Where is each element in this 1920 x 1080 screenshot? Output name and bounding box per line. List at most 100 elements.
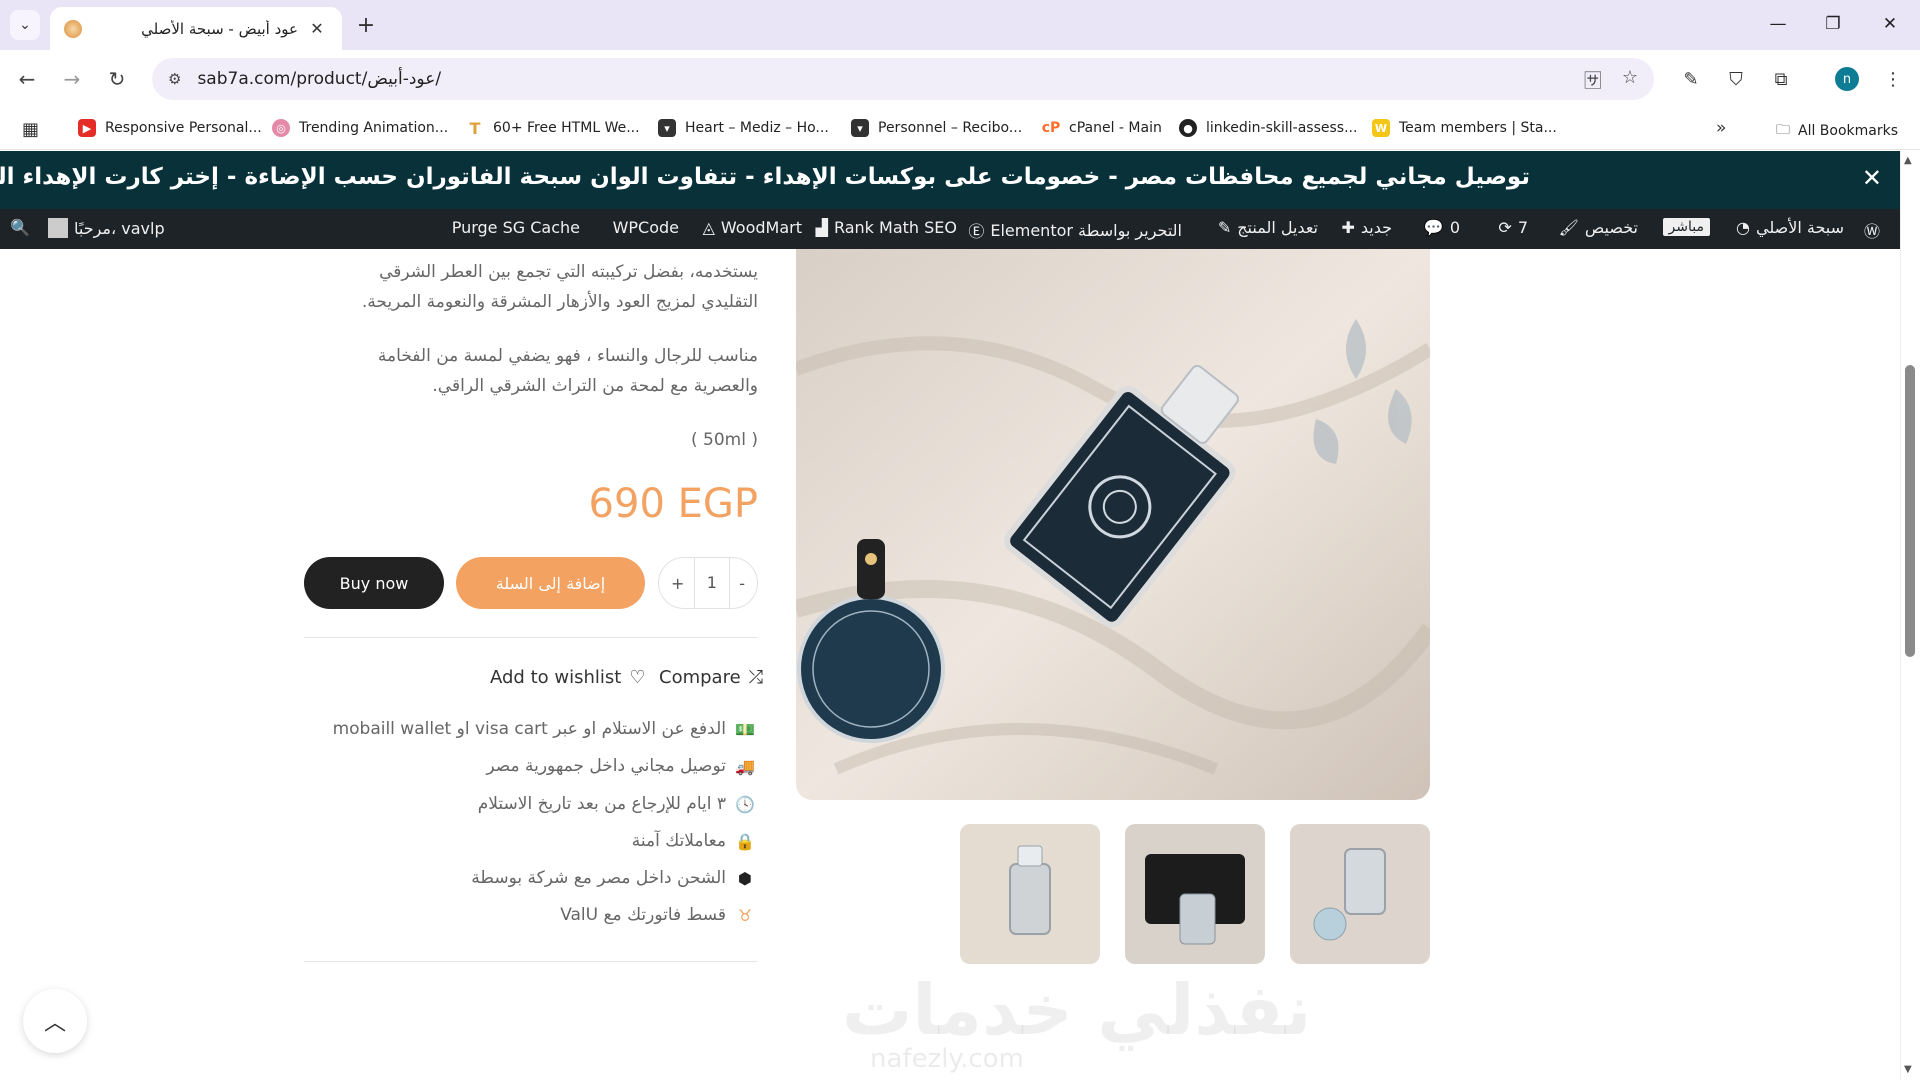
extensions-icon[interactable]: ⧉ [1766,64,1796,94]
tab-close-icon[interactable]: ✕ [306,18,328,40]
minimize-button[interactable]: — [1756,8,1800,40]
folder-icon: 🗀 [1776,122,1790,138]
browser-toolbar: ← → ↻ ⚙ sab7a.com/product/عود-أبيض/ 🈂 ☆ … [0,50,1920,108]
product-price: 690 EGP [588,481,758,527]
restore-button[interactable]: ❐ [1811,8,1855,40]
browser-tab-active[interactable]: عود أبيض - سبحة الأصلي ✕ [50,7,342,50]
perfume-bottle-photo [796,249,1430,800]
thumbnail-image [960,824,1100,964]
site-info-icon[interactable]: ⚙ [168,70,181,88]
thumbnail-image [1125,824,1265,964]
plus-icon: ✚ [1341,218,1355,237]
url-text[interactable]: sab7a.com/product/عود-أبيض/ [197,69,441,89]
bookmark-star-icon[interactable]: ☆ [1622,67,1638,93]
scrollbar-thumb[interactable] [1905,365,1915,657]
site-favicon-icon [64,19,82,38]
scroll-down-arrow-icon[interactable]: ▼ [1904,1064,1912,1075]
bookmark-item[interactable]: ● linkedin-skill-assess... [1179,119,1357,137]
bookmark-item[interactable]: ▾ Personnel – Recibo... [851,119,1022,137]
all-bookmarks[interactable]: 🗀 All Bookmarks [1776,119,1898,143]
bookmark-item[interactable]: cP cPanel - Main [1042,119,1162,137]
admin-wpcode[interactable]: WPCode [613,218,679,237]
close-icon[interactable]: ✕ [1862,164,1882,192]
dribbble-icon: ◎ [272,119,290,137]
tab-search-button[interactable]: ⌄ [10,10,40,40]
browser-tabstrip: ⌄ عود أبيض - سبحة الأصلي ✕ + — ❐ ✕ [0,0,1920,50]
add-to-cart-button[interactable]: إضافة إلى السلة [456,557,645,609]
admin-woodmart[interactable]: ◬ WoodMart [703,218,802,237]
feature-item: 🔒 معاملاتك آمنة [631,831,755,851]
bookmark-item[interactable]: ▶ Responsive Personal... [78,119,262,137]
bookmark-item[interactable]: W Team members | Sta... [1372,119,1557,137]
watermark-logo: نفذلي خدمات [842,969,1312,1051]
product-thumbnail[interactable] [1290,824,1430,964]
product-main-image[interactable] [796,249,1430,800]
product-description-line: يستخدمه، بفضل تركيبته التي تجمع بين العط… [379,262,758,282]
close-window-button[interactable]: ✕ [1868,8,1912,40]
admin-edit-product[interactable]: ✎ تعديل المنتج [1218,218,1318,237]
admin-account[interactable]: مرحبًا، vavlp [48,218,165,238]
qty-plus-button[interactable]: + [671,574,684,593]
shuffle-icon: ⤮ [748,667,764,688]
back-to-top-button[interactable]: ︿ [23,989,87,1053]
youtube-icon: ▶ [78,119,96,137]
buy-now-button[interactable]: Buy now [304,557,444,609]
admin-rank-math[interactable]: ▟ Rank Math SEO [816,218,957,237]
feature-item: 💵 الدفع عن الاستلام او عبر visa cart او … [332,719,755,739]
reload-button[interactable]: ↻ [100,62,134,96]
product-thumbnail[interactable] [1125,824,1265,964]
qty-minus-button[interactable]: - [739,574,745,593]
admin-live-badge[interactable]: مباشر [1662,218,1710,236]
brush-icon: 🖌 [1558,218,1579,237]
admin-comments[interactable]: 💬 0 [1424,218,1460,237]
quantity-input[interactable]: 1 [693,557,730,609]
apps-grid-icon[interactable]: ▦ [22,119,39,140]
pencil-icon: ✎ [1217,218,1232,237]
dashboard-icon: ◔ [1736,218,1750,237]
admin-site-name[interactable]: ◔ سبحة الأصلي [1736,218,1844,237]
clock-icon: 🕓 [735,794,755,814]
feature-item: ♉ قسط فاتورتك مع ValU [560,905,756,925]
product-description-line: مناسب للرجال والنساء ، فهو يضفي لمسة من … [377,346,758,366]
bookmark-item[interactable]: ◎ Trending Animation... [272,119,448,137]
announcement-text: توصيل مجاني لجميع محافظات مصر - خصومات ع… [0,164,1530,190]
tab-title: عود أبيض - سبحة الأصلي [141,19,298,38]
cash-icon: 💵 [735,719,755,739]
chevron-down-icon: ⌄ [19,17,31,33]
bookmark-item[interactable]: ▾ Heart – Mediz – Ho... [658,119,829,137]
eyedropper-extension-icon[interactable]: ✎ [1676,64,1706,94]
bookmark-item[interactable]: T 60+ Free HTML We... [466,119,640,138]
admin-customize[interactable]: 🖌 تخصيص [1559,218,1638,237]
wordpress-logo-icon[interactable]: Ⓦ [1864,218,1880,242]
product-page: يستخدمه، بفضل تركيبته التي تجمع بين العط… [0,249,1900,1080]
menu-kebab-icon[interactable]: ⋮ [1878,64,1908,94]
heart-icon: ♡ [629,667,646,688]
search-icon[interactable]: 🔍 [10,218,30,237]
rank-math-icon: ▟ [815,218,828,237]
feature-item: 🕓 ٣ ايام للإرجاع من بعد تاريخ الاستلام [477,794,755,814]
translate-icon[interactable]: 🈂 [1584,67,1602,93]
admin-updates[interactable]: ⟳ 7 [1498,218,1528,237]
more-bookmarks-icon[interactable]: » [1716,118,1726,138]
compare-link[interactable]: Compare ⤮ [659,667,763,688]
address-bar[interactable]: ⚙ sab7a.com/product/عود-أبيض/ 🈂 ☆ [152,58,1654,100]
truck-icon: 🚚 [735,756,755,776]
themeforest-icon: ▾ [851,119,869,137]
product-size: ( 50ml ) [691,430,758,450]
watermark-url: nafezly.com [870,1044,1024,1074]
divider [304,637,758,638]
wp-admin-bar: Ⓦ ◔ سبحة الأصلي مباشر 🖌 تخصيص ⟳ 7 💬 0 ✚ … [0,209,1900,249]
product-thumbnail[interactable] [960,824,1100,964]
profile-avatar[interactable]: n [1835,67,1859,91]
admin-purge-cache[interactable]: Purge SG Cache [452,218,580,237]
admin-new[interactable]: ✚ جديد [1341,218,1392,237]
forward-button[interactable]: → [55,62,89,96]
back-button[interactable]: ← [10,62,44,96]
add-to-wishlist-link[interactable]: Add to wishlist ♡ [490,667,645,688]
divider [304,961,758,962]
admin-elementor[interactable]: Ⓔ Elementor التحرير بواسطة [968,218,1182,242]
thumbnail-image [1290,824,1430,964]
shield-extension-icon[interactable]: ⛉ [1721,64,1751,94]
scroll-up-arrow-icon[interactable]: ▲ [1904,155,1912,166]
new-tab-button[interactable]: + [353,12,379,38]
